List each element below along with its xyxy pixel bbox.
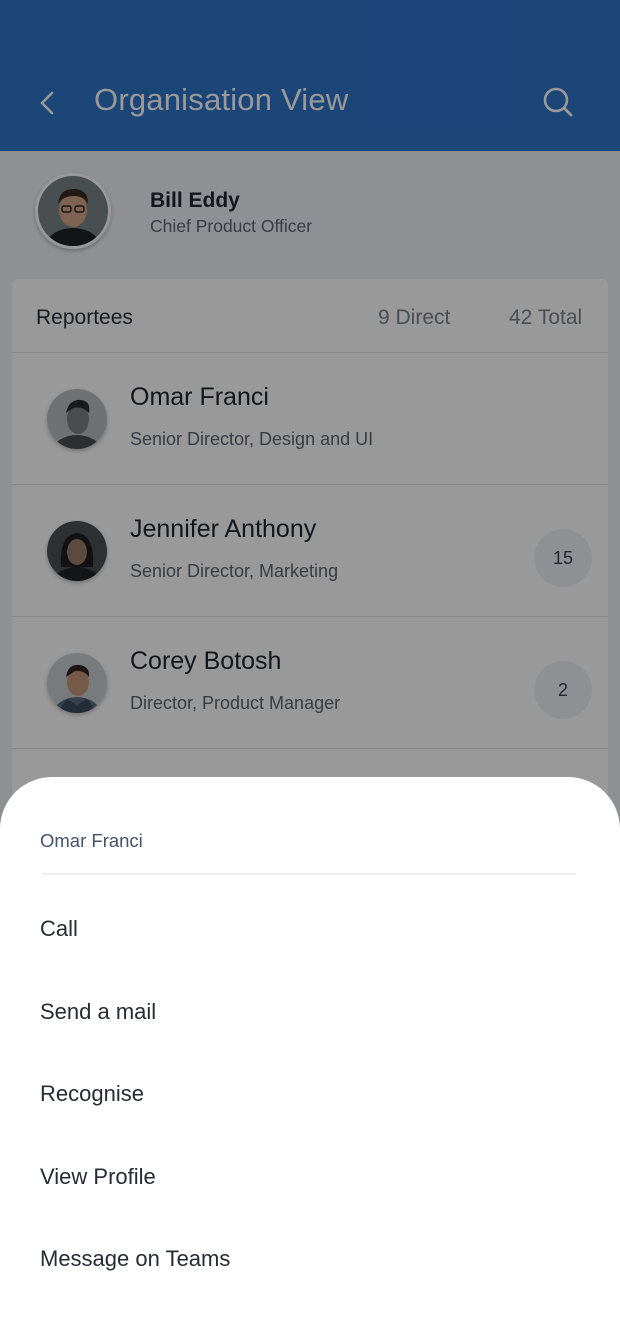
action-sheet-title: Omar Franci [40,830,143,851]
action-sheet: Omar Franci Call Send a mail Recognise V… [0,777,620,1342]
divider [42,873,576,875]
message-on-teams-menu-item[interactable]: Message on Teams [0,1229,620,1289]
call-menu-item[interactable]: Call [0,899,620,959]
view-profile-menu-item[interactable]: View Profile [0,1147,620,1207]
recognise-menu-item[interactable]: Recognise [0,1064,620,1124]
send-mail-menu-item[interactable]: Send a mail [0,982,620,1042]
